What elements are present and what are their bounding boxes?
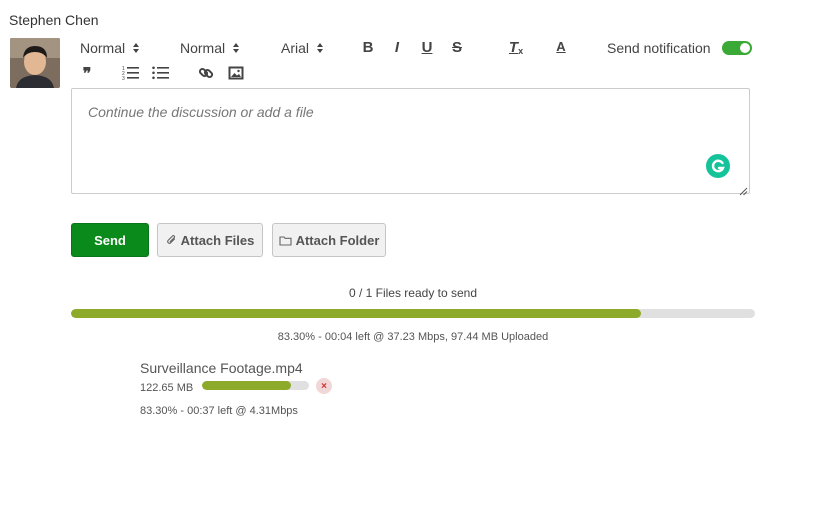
ordered-list-icon: 1 2 3 [122, 66, 139, 81]
blockquote-button[interactable]: ❞ [79, 64, 95, 84]
paperclip-icon [166, 235, 175, 244]
heading-select[interactable]: Normal [80, 40, 140, 56]
folder-icon [279, 235, 292, 246]
clear-format-button[interactable]: T x [507, 39, 525, 56]
bold-button[interactable]: B [360, 39, 376, 56]
underline-button[interactable]: U [419, 39, 435, 56]
overall-upload-status: 83.30% - 00:04 left @ 37.23 Mbps, 97.44 … [277, 331, 549, 343]
notification-toggle[interactable] [722, 41, 752, 55]
attach-files-button[interactable]: Attach Files [157, 223, 263, 257]
link-button[interactable] [198, 65, 214, 81]
updown-icon [133, 43, 140, 53]
remove-file-button[interactable]: × [316, 378, 332, 394]
file-name: Surveillance Footage.mp4 [140, 360, 303, 376]
updown-icon [317, 43, 324, 53]
file-upload-status: 83.30% - 00:37 left @ 4.31Mbps [140, 405, 298, 417]
italic-button[interactable]: I [389, 39, 405, 56]
editor-placeholder: Continue the discussion or add a file [88, 104, 314, 120]
send-notification-label: Send notification [607, 40, 711, 56]
svg-text:3: 3 [122, 76, 125, 81]
file-progress-fill [202, 381, 292, 390]
overall-progress-fill [71, 309, 641, 318]
image-icon [228, 66, 244, 80]
file-size: 122.65 MB [140, 382, 194, 394]
ordered-list-button[interactable]: 1 2 3 [122, 65, 140, 81]
files-ready-status: 0 / 1 Files ready to send [348, 286, 478, 300]
image-button[interactable] [228, 65, 244, 81]
user-name: Stephen Chen [9, 12, 99, 28]
toggle-knob [740, 43, 750, 53]
bullet-list-button[interactable] [152, 65, 170, 81]
overall-progress-bar [71, 309, 755, 318]
clear-format-icon: T [508, 39, 519, 56]
file-progress-bar [202, 381, 309, 390]
size-select[interactable]: Normal [180, 40, 240, 56]
font-select[interactable]: Arial [281, 40, 324, 56]
font-color-button[interactable]: A [553, 39, 569, 54]
attach-folder-button[interactable]: Attach Folder [272, 223, 386, 257]
link-icon [198, 67, 214, 79]
avatar [10, 38, 60, 88]
updown-icon [233, 43, 240, 53]
bullet-list-icon [152, 66, 169, 80]
grammarly-icon[interactable] [706, 154, 730, 178]
send-button[interactable]: Send [71, 223, 149, 257]
resize-handle-icon[interactable] [738, 183, 748, 196]
strikethrough-button[interactable]: S [449, 39, 465, 56]
